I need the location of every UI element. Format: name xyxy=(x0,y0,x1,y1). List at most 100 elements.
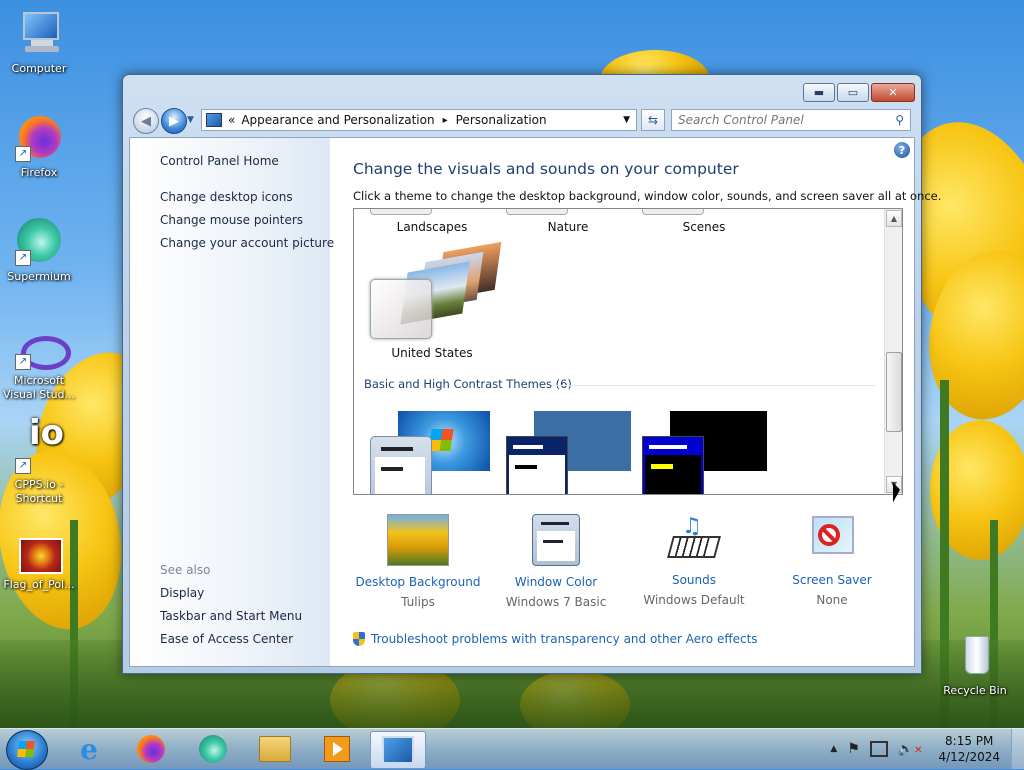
action-center-flag-icon[interactable]: ⚑ xyxy=(847,741,860,757)
image-file-icon xyxy=(15,536,63,574)
show-hidden-icons-icon[interactable]: ▲ xyxy=(830,744,837,754)
address-row: ◀ ▶ ▼ « Appearance and Personalization ▸… xyxy=(129,107,915,135)
desktop-icon-flag-file[interactable]: Flag_of_Pol... xyxy=(0,536,78,592)
close-button[interactable]: ✕ xyxy=(871,83,915,102)
change-mouse-pointers-link[interactable]: Change mouse pointers xyxy=(160,213,303,227)
group-header-basic-themes: Basic and High Contrast Themes (6) xyxy=(364,377,572,391)
media-player-icon xyxy=(324,736,350,762)
firefox-icon xyxy=(137,735,165,763)
taskbar-media-player[interactable] xyxy=(310,731,364,767)
desktop-background-link[interactable]: Desktop Background xyxy=(353,575,483,589)
main-pane: ? Change the visuals and sounds on your … xyxy=(330,138,941,666)
supermium-icon: ↗ xyxy=(15,218,63,266)
theme-label-nature[interactable]: Nature xyxy=(508,220,628,234)
address-bar[interactable]: « Appearance and Personalization ▸ Perso… xyxy=(201,109,637,131)
desktop-icon-supermium[interactable]: ↗ Supermium xyxy=(0,218,78,284)
control-panel-icon xyxy=(206,113,222,127)
desktop-background-item[interactable]: Desktop Background Tulips xyxy=(353,514,483,609)
desktop-icon-visual-studio[interactable]: ↗ Microsoft Visual Stud... xyxy=(0,330,78,402)
volume-muted-icon[interactable]: 🔈✕ xyxy=(898,742,923,757)
taskbar-file-explorer[interactable] xyxy=(248,731,302,767)
sounds-item[interactable]: ♫ Sounds Windows Default xyxy=(629,514,759,607)
search-icon[interactable]: ⚲ xyxy=(895,113,904,127)
desktop-icon-firefox[interactable]: ↗ Firefox xyxy=(0,114,78,180)
desktop-icon-label: Firefox xyxy=(20,166,58,179)
address-overflow[interactable]: « xyxy=(228,113,235,127)
cpps-icon: io ↗ xyxy=(15,416,64,474)
start-button[interactable] xyxy=(6,730,48,770)
theme-label-landscapes[interactable]: Landscapes xyxy=(372,220,492,234)
window-color-link[interactable]: Window Color xyxy=(491,575,621,589)
sounds-icon: ♫ xyxy=(664,514,724,564)
troubleshoot-aero-label[interactable]: Troubleshoot problems with transparency … xyxy=(371,632,758,646)
desktop-icon-recycle-bin[interactable]: Recycle Bin xyxy=(936,632,1014,698)
clock-time: 8:15 PM xyxy=(945,734,994,748)
window-color-item[interactable]: Window Color Windows 7 Basic xyxy=(491,514,621,609)
back-button[interactable]: ◀ xyxy=(133,108,159,134)
desktop-icon-label: CPPS.io - Shortcut xyxy=(14,478,64,505)
ease-of-access-link[interactable]: Ease of Access Center xyxy=(160,632,293,646)
scroll-thumb[interactable] xyxy=(886,352,902,432)
troubleshoot-aero-link[interactable]: Troubleshoot problems with transparency … xyxy=(353,632,758,646)
taskbar-control-panel[interactable] xyxy=(370,731,426,769)
theme-tile-united-states[interactable] xyxy=(368,241,502,341)
forward-button[interactable]: ▶ xyxy=(161,108,187,134)
sounds-link[interactable]: Sounds xyxy=(629,573,759,587)
show-desktop-button[interactable] xyxy=(1011,729,1024,769)
theme-label-united-states[interactable]: United States xyxy=(372,346,492,360)
minimize-button[interactable]: ▬ xyxy=(803,83,835,102)
window-color-value: Windows 7 Basic xyxy=(505,595,607,609)
breadcrumb-separator-icon[interactable]: ▸ xyxy=(443,115,448,126)
help-icon[interactable]: ? xyxy=(894,142,910,158)
screen-saver-item[interactable]: Screen Saver None xyxy=(767,514,897,607)
network-icon[interactable] xyxy=(869,741,888,757)
search-input[interactable] xyxy=(672,112,890,128)
breadcrumb-appearance[interactable]: Appearance and Personalization xyxy=(241,113,434,127)
see-also-heading: See also xyxy=(160,563,211,577)
theme-tile-landscapes[interactable] xyxy=(370,209,432,215)
clock-date: 4/12/2024 xyxy=(938,750,1000,764)
screen-saver-link[interactable]: Screen Saver xyxy=(767,573,897,587)
windows-logo-icon xyxy=(17,741,35,757)
firefox-icon: ↗ xyxy=(15,114,63,162)
system-tray: ▲ ⚑ 🔈✕ 8:15 PM 4/12/2024 xyxy=(830,729,1024,769)
taskbar-supermium[interactable] xyxy=(186,731,240,767)
shortcut-arrow-icon: ↗ xyxy=(15,250,31,266)
theme-tile-scenes[interactable] xyxy=(642,209,704,215)
recent-pages-dropdown-icon[interactable]: ▼ xyxy=(187,115,194,125)
screen-saver-value: None xyxy=(816,593,848,607)
supermium-icon xyxy=(199,735,227,763)
window-client-area: Control Panel Home Change desktop icons … xyxy=(129,137,941,667)
change-desktop-icons-link[interactable]: Change desktop icons xyxy=(160,190,293,204)
taskbar: e ▲ ⚑ 🔈✕ 8:15 PM 4/12/2024 xyxy=(0,728,1024,770)
desktop-icon-computer[interactable]: Computer xyxy=(0,10,78,76)
computer-icon xyxy=(15,10,63,58)
left-task-pane: Control Panel Home Change desktop icons … xyxy=(130,138,334,666)
caption-buttons: ▬ ▭ ✕ xyxy=(803,83,915,102)
shortcut-arrow-icon: ↗ xyxy=(15,146,31,162)
internet-explorer-icon: e xyxy=(80,732,98,766)
taskbar-firefox[interactable] xyxy=(124,731,178,767)
breadcrumb-personalization[interactable]: Personalization xyxy=(456,113,547,127)
clock[interactable]: 8:15 PM 4/12/2024 xyxy=(938,733,1000,765)
personalization-window: ▬ ▭ ✕ ◀ ▶ ▼ « Appearance and Personaliza… xyxy=(122,74,941,674)
window-color-icon xyxy=(532,514,580,566)
mouse-cursor-icon xyxy=(893,482,900,504)
taskbar-internet-explorer[interactable]: e xyxy=(62,731,116,767)
refresh-button[interactable]: ⇆ xyxy=(641,109,665,131)
shortcut-arrow-icon: ↗ xyxy=(15,354,31,370)
shortcut-arrow-icon: ↗ xyxy=(15,458,31,474)
change-account-picture-link[interactable]: Change your account picture xyxy=(160,236,334,250)
control-panel-home-link[interactable]: Control Panel Home xyxy=(160,154,279,168)
desktop-background-value: Tulips xyxy=(401,595,435,609)
sounds-value: Windows Default xyxy=(643,593,745,607)
scroll-up-button[interactable]: ▲ xyxy=(886,210,902,227)
theme-label-scenes[interactable]: Scenes xyxy=(644,220,764,234)
theme-color-swatch xyxy=(370,279,432,339)
desktop-icon-cpps[interactable]: io ↗ CPPS.io - Shortcut xyxy=(0,416,78,506)
theme-tile-nature[interactable] xyxy=(506,209,568,215)
maximize-button[interactable]: ▭ xyxy=(837,83,869,102)
taskbar-start-menu-link[interactable]: Taskbar and Start Menu xyxy=(160,609,302,623)
display-link[interactable]: Display xyxy=(160,586,204,600)
address-dropdown-icon[interactable]: ▼ xyxy=(623,115,630,125)
